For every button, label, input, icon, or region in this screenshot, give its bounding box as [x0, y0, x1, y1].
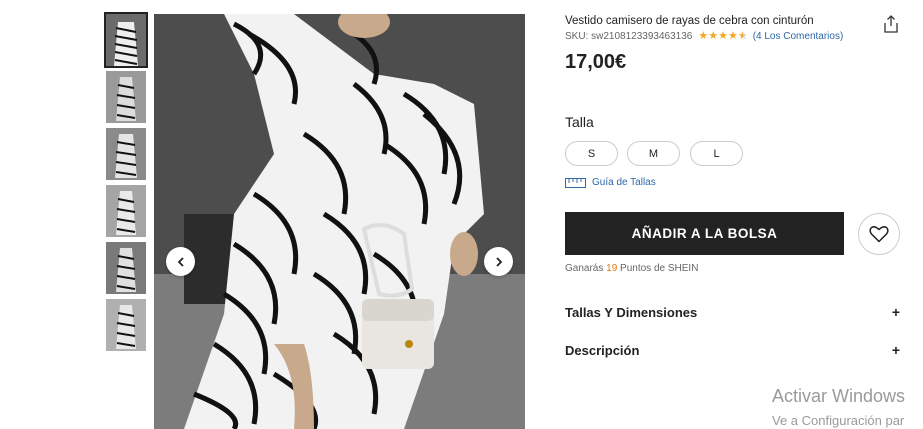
add-to-bag-button[interactable]: AÑADIR A LA BOLSA: [565, 212, 844, 255]
thumbnail-5[interactable]: [106, 242, 146, 294]
star-icon: ★: [698, 30, 709, 42]
heart-icon: [869, 226, 889, 243]
rating-stars: ★ ★ ★ ★ ★: [698, 31, 747, 42]
thumbnail-4[interactable]: [106, 185, 146, 237]
chevron-right-icon: [495, 256, 502, 267]
accordion-size-label: Tallas Y Dimensiones: [565, 304, 698, 320]
prev-image-button[interactable]: [166, 247, 195, 276]
product-title: Vestido camisero de rayas de cebra con c…: [565, 15, 814, 27]
sku-rating-row: SKU: sw2108123393463136 ★ ★ ★ ★ ★ (4 Los…: [565, 31, 844, 43]
reviews-link[interactable]: (4 Los Comentarios): [753, 31, 844, 42]
plus-icon: +: [891, 304, 900, 320]
next-image-button[interactable]: [484, 247, 513, 276]
chevron-left-icon: [177, 256, 184, 267]
product-price: 17,00€: [565, 51, 627, 73]
wishlist-button[interactable]: [858, 213, 900, 255]
accordion-description[interactable]: Descripción +: [565, 342, 900, 358]
accordion-size-dimensions[interactable]: Tallas Y Dimensiones +: [565, 304, 900, 320]
thumbnail-6[interactable]: [106, 299, 146, 351]
size-guide-label: Guía de Tallas: [592, 177, 656, 188]
product-photo: [154, 14, 525, 429]
thumbnail-2[interactable]: [106, 71, 146, 123]
size-option-m[interactable]: M: [627, 141, 680, 166]
size-option-s[interactable]: S: [565, 141, 618, 166]
ruler-icon: [565, 177, 586, 188]
size-guide-link[interactable]: Guía de Tallas: [565, 177, 656, 188]
share-icon[interactable]: [883, 15, 899, 33]
windows-activation-title: Activar Windows: [772, 386, 906, 406]
size-option-l[interactable]: L: [690, 141, 743, 166]
thumbnail-3[interactable]: [106, 128, 146, 180]
windows-activation-subtitle: Ve a Configuración par: [772, 413, 905, 428]
plus-icon: +: [891, 342, 900, 358]
points-info: Ganarás 19 Puntos de SHEIN: [565, 263, 698, 274]
points-prefix: Ganarás: [565, 263, 604, 274]
star-icon: ★: [718, 30, 728, 42]
sku-text: SKU: sw2108123393463136: [565, 31, 693, 42]
accordion-description-label: Descripción: [565, 342, 640, 358]
product-main-image: [154, 14, 525, 429]
thumbnail-1[interactable]: [104, 12, 148, 68]
size-label: Talla: [565, 114, 594, 130]
points-value: 19: [606, 263, 618, 274]
star-icon: ★: [727, 30, 738, 42]
points-suffix: Puntos de SHEIN: [620, 263, 699, 274]
star-half-icon: ★: [737, 30, 748, 42]
star-icon: ★: [708, 30, 719, 42]
